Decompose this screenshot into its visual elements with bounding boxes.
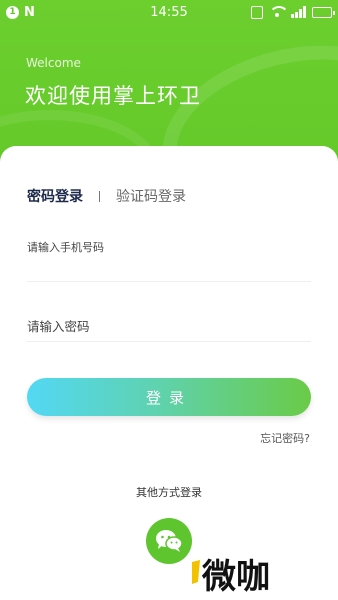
welcome-text: Welcome [26,56,81,70]
status-bar: 1 N 14:55 [0,0,338,24]
forgot-password-link[interactable]: 忘记密码? [260,430,310,446]
other-login-label: 其他方式登录 [136,486,202,499]
phone-field [27,236,311,282]
notification-badge: 1 [6,5,19,19]
app-title: 欢迎使用掌上环卫 [25,84,201,108]
vibrate-icon [251,5,263,19]
wechat-login-button[interactable] [146,518,192,564]
phone-input[interactable] [27,236,311,259]
password-field [27,312,311,342]
login-button[interactable]: 登录 [27,378,311,416]
status-time: 14:55 [150,4,188,20]
notification-app-icon: N [24,4,35,20]
watermark-text: 微咖 [201,557,270,596]
tab-code-login[interactable]: 验证码登录 [116,186,186,206]
wifi-icon [269,6,289,18]
watermark-logo: 微咖 [192,557,270,596]
signal-icon [291,6,306,18]
tab-divider [99,190,100,202]
password-input[interactable] [27,312,311,340]
login-tabs: 密码登录 验证码登录 [27,186,186,206]
battery-icon [312,6,335,18]
wechat-icon [156,530,183,552]
tab-password-login[interactable]: 密码登录 [27,186,83,206]
